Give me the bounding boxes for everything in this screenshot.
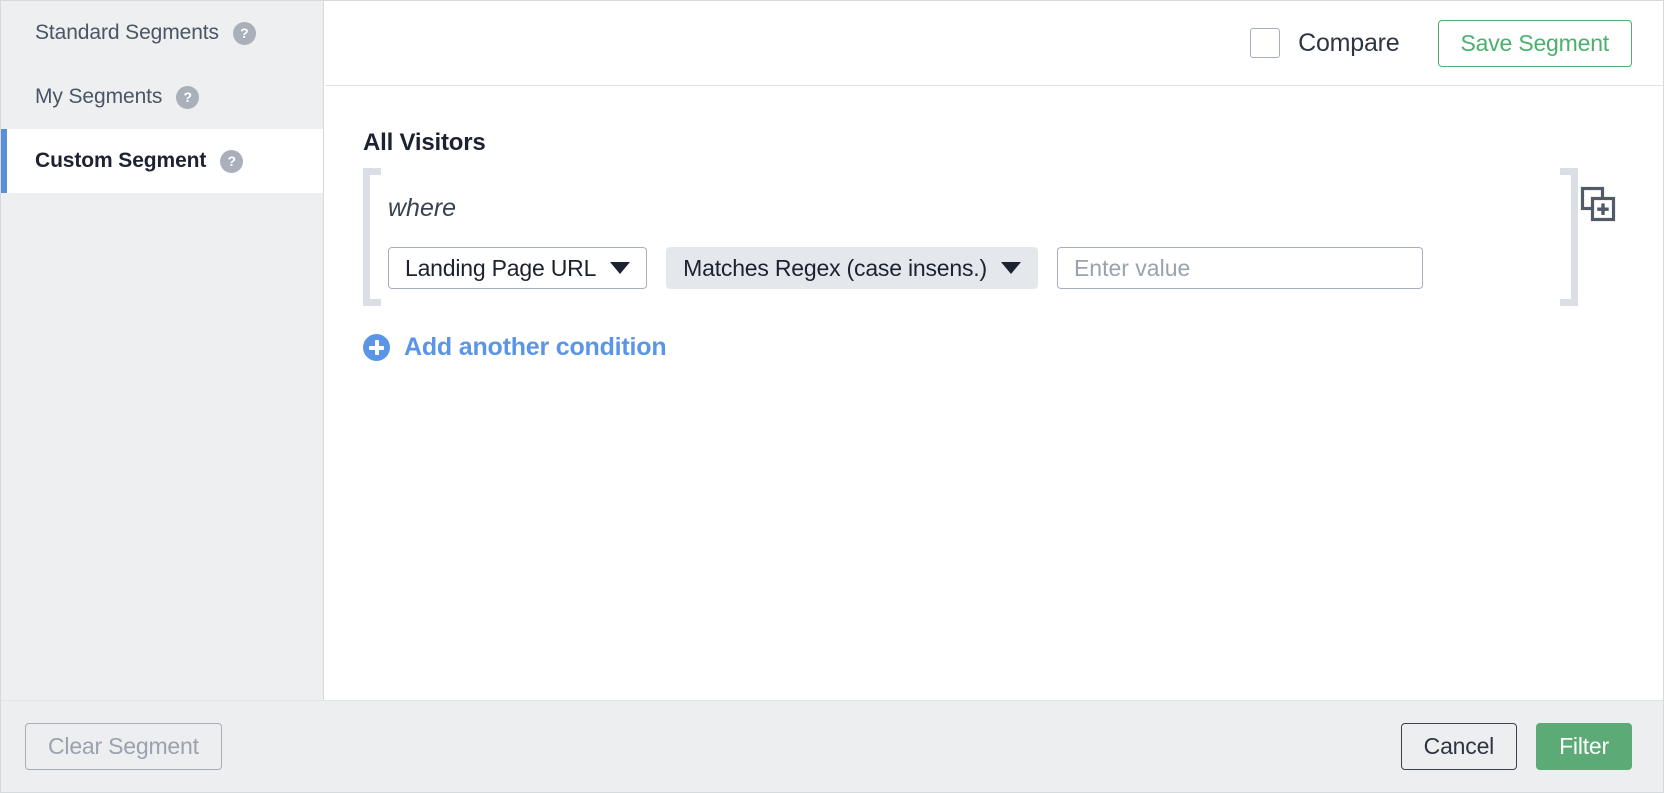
sidebar-item-standard-segments[interactable]: Standard Segments ?	[1, 1, 323, 65]
plus-circle-icon	[363, 334, 390, 361]
sidebar-item-my-segments[interactable]: My Segments ?	[1, 65, 323, 129]
sidebar-item-label: Custom Segment	[35, 149, 207, 172]
add-another-condition-label: Add another condition	[404, 333, 667, 361]
compare-label: Compare	[1298, 28, 1400, 57]
field-dropdown-label: Landing Page URL	[405, 254, 597, 281]
segment-sidebar: Standard Segments ? My Segments ? Custom…	[1, 1, 324, 700]
duplicate-add-icon[interactable]	[1578, 184, 1618, 224]
operator-dropdown[interactable]: Matches Regex (case insens.)	[666, 247, 1038, 289]
question-mark-icon[interactable]: ?	[176, 85, 200, 109]
page-title: All Visitors	[363, 129, 486, 156]
selected-accent-bar	[1, 129, 7, 193]
where-label: where	[388, 194, 457, 222]
condition-value-input[interactable]	[1056, 247, 1423, 289]
compare-checkbox[interactable]	[1250, 28, 1281, 58]
footer-actions: Cancel Filter	[1400, 723, 1632, 770]
condition-group: where Landing Page URL Matches Regex (ca…	[363, 168, 1578, 306]
segment-editor-dialog: Standard Segments ? My Segments ? Custom…	[0, 0, 1664, 793]
chevron-down-icon	[1000, 262, 1021, 274]
field-dropdown[interactable]: Landing Page URL	[388, 247, 648, 289]
question-mark-icon[interactable]: ?	[232, 21, 256, 45]
dialog-header: Compare Save Segment	[325, 1, 1663, 86]
operator-dropdown-label: Matches Regex (case insens.)	[683, 254, 987, 281]
add-another-condition-button[interactable]: Add another condition	[363, 333, 667, 362]
sidebar-item-custom-segment[interactable]: Custom Segment ?	[1, 129, 323, 193]
clear-segment-button[interactable]: Clear Segment	[25, 723, 222, 770]
sidebar-item-label: My Segments	[35, 85, 163, 108]
chevron-down-icon	[610, 262, 631, 274]
bracket-left	[363, 168, 381, 306]
compare-toggle[interactable]: Compare	[1250, 28, 1400, 58]
segment-builder-body: All Visitors where Landing Page URL Matc…	[325, 87, 1663, 658]
sidebar-item-label: Standard Segments	[35, 21, 219, 44]
filter-button[interactable]: Filter	[1536, 723, 1632, 770]
bracket-right	[1560, 168, 1578, 306]
question-mark-icon[interactable]: ?	[220, 149, 244, 173]
save-segment-button[interactable]: Save Segment	[1437, 19, 1632, 67]
condition-row: Landing Page URL Matches Regex (case ins…	[388, 247, 1423, 289]
cancel-button[interactable]: Cancel	[1400, 723, 1518, 770]
dialog-footer: Clear Segment Cancel Filter	[1, 700, 1663, 792]
